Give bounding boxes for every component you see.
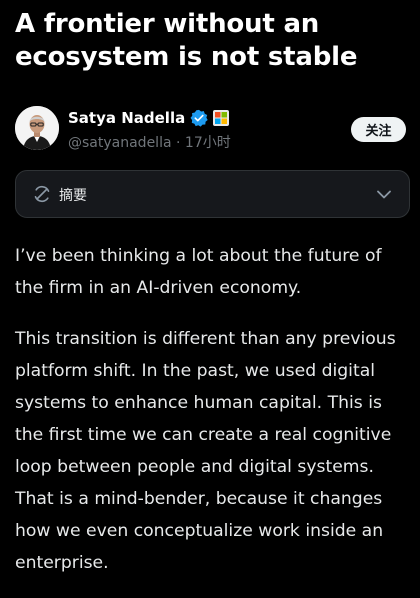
meta-separator: · — [176, 135, 181, 151]
avatar[interactable] — [15, 106, 59, 150]
author-name-line: Satya Nadella — [68, 108, 230, 128]
summary-label: 摘要 — [59, 188, 87, 204]
article-title: A frontier without an ecosystem is not s… — [15, 9, 358, 72]
author-meta: @satyanadella · 17小时 — [68, 132, 231, 152]
verified-badge-icon — [190, 109, 208, 127]
author-handle[interactable]: @satyanadella — [68, 135, 172, 151]
chevron-down-icon[interactable] — [375, 185, 393, 203]
summary-bar[interactable]: 摘要 — [15, 170, 410, 218]
ai-summary-icon — [32, 184, 52, 204]
author-row: Satya Nadella @satyanadella · 17小时 关注 — [15, 106, 410, 154]
post-time[interactable]: 17小时 — [185, 135, 231, 151]
avatar-portrait-icon — [15, 106, 59, 150]
article-body: I’ve been thinking a lot about the futur… — [15, 240, 410, 598]
author-name[interactable]: Satya Nadella — [68, 109, 185, 127]
article-paragraph: I’ve been thinking a lot about the futur… — [15, 246, 382, 298]
follow-button[interactable]: 关注 — [351, 117, 406, 142]
microsoft-logo-icon[interactable] — [213, 110, 230, 126]
article-paragraph: This transition is different than any pr… — [15, 329, 396, 573]
